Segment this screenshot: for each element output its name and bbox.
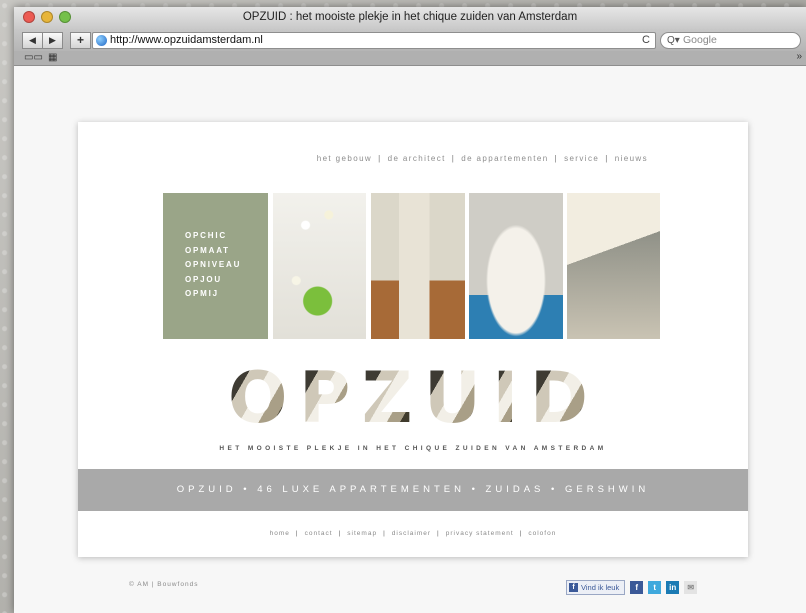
opzuid-logo: O P Z U I D — [228, 357, 588, 439]
add-bookmark-button[interactable]: + — [70, 32, 91, 49]
nav-link-nieuws[interactable]: nieuws — [615, 154, 648, 163]
side-menu-item-opjou[interactable]: OPJOU — [185, 275, 241, 284]
footer-link-colofon[interactable]: colofon — [528, 530, 556, 537]
side-menu-item-opchic[interactable]: OPCHIC — [185, 231, 241, 240]
logo-letter: Z — [361, 357, 413, 439]
site-card: het gebouw | de architect | de appartementen… — [78, 122, 748, 557]
footer-link-sitemap[interactable]: sitemap — [347, 530, 377, 537]
nav-link-het-gebouw[interactable]: het gebouw — [317, 154, 372, 163]
nav-separator: | — [295, 530, 299, 537]
logo-letter: P — [298, 357, 351, 439]
nav-separator: | — [519, 530, 523, 537]
window-title: OPZUID : het mooiste plekje in het chiqu… — [242, 11, 578, 23]
nav-separator: | — [378, 154, 382, 163]
url-text: http://www.opzuidamsterdam.nl — [110, 34, 263, 46]
nav-separator: | — [338, 530, 342, 537]
nav-link-de-appartementen[interactable]: de appartementen — [461, 154, 548, 163]
side-menu: OPCHIC OPMAAT OPNIVEAU OPJOU OPMIJ — [163, 193, 268, 339]
photo-interior-window — [371, 193, 465, 339]
photo-white-chair — [469, 193, 563, 339]
photo-golf-clubs — [567, 193, 660, 339]
top-navigation: het gebouw | de architect | de appartementen… — [317, 154, 648, 163]
back-button[interactable]: ◀ — [22, 32, 43, 49]
side-menu-item-opniveau[interactable]: OPNIVEAU — [185, 260, 241, 269]
logo-letter: I — [492, 357, 519, 439]
browser-window: OPZUID : het mooiste plekje in het chiqu… — [14, 7, 806, 613]
nav-separator: | — [554, 154, 559, 163]
nav-separator: | — [383, 530, 386, 537]
footer-link-disclaimer[interactable]: disclaimer — [392, 530, 431, 537]
twitter-icon[interactable]: t — [648, 581, 662, 594]
nav-separator: | — [605, 154, 609, 163]
address-bar[interactable]: http://www.opzuidamsterdam.nl C — [92, 32, 656, 49]
side-menu-item-opmaat[interactable]: OPMAAT — [185, 246, 241, 255]
footer-navigation: home | contact | sitemap | disclaimer | privacy … — [78, 530, 748, 537]
logo-letter: O — [228, 357, 288, 439]
nav-link-de-architect[interactable]: de architect — [388, 154, 446, 163]
forward-button[interactable]: ▶ — [42, 32, 63, 49]
grid-icon[interactable]: ▦ — [48, 52, 57, 63]
logo-letter: U — [424, 357, 481, 439]
nav-link-service[interactable]: service — [564, 154, 599, 163]
tagline: HET MOOISTE PLEKJE IN HET CHIQUE ZUIDEN … — [219, 445, 607, 452]
page-content: het gebouw | de architect | de appartementen… — [14, 66, 806, 613]
footer-link-home[interactable]: home — [270, 530, 290, 537]
search-placeholder: Google — [683, 34, 717, 46]
footer-link-contact[interactable]: contact — [305, 530, 333, 537]
bookmarks-bar: ▭▭ ▦ » — [14, 51, 806, 66]
nav-separator: | — [451, 154, 456, 163]
copyright-text: © AM | Bouwfonds — [129, 581, 199, 588]
search-icon: Q▾ — [667, 35, 680, 46]
facebook-like-button[interactable]: f Vind ik leuk — [566, 580, 626, 595]
facebook-icon: f — [569, 583, 578, 592]
linkedin-icon[interactable]: in — [666, 581, 680, 594]
chevron-right-icon[interactable]: » — [796, 51, 802, 62]
social-links: f Vind ik leuk f t in ✉ — [566, 580, 698, 595]
like-label: Vind ik leuk — [581, 583, 620, 592]
browser-toolbar: ◀ ▶ + http://www.opzuidamsterdam.nl C Q▾… — [14, 29, 806, 51]
globe-icon — [96, 35, 107, 46]
nav-separator: | — [437, 530, 440, 537]
logo-letter: D — [529, 357, 588, 439]
book-icon[interactable]: ▭▭ — [24, 52, 43, 63]
facebook-icon[interactable]: f — [630, 581, 644, 594]
side-menu-item-opmij[interactable]: OPMIJ — [185, 289, 241, 298]
info-band: OPZUID • 46 LUXE APPARTEMENTEN • ZUIDAS … — [78, 469, 748, 511]
reload-button[interactable]: C — [642, 33, 650, 48]
search-field[interactable]: Q▾ Google — [660, 32, 801, 49]
photo-flowers — [273, 193, 366, 339]
mail-icon[interactable]: ✉ — [684, 581, 698, 594]
footer-link-privacy-statement[interactable]: privacy statement — [446, 530, 514, 537]
title-bar: OPZUID : het mooiste plekje in het chiqu… — [14, 7, 806, 30]
